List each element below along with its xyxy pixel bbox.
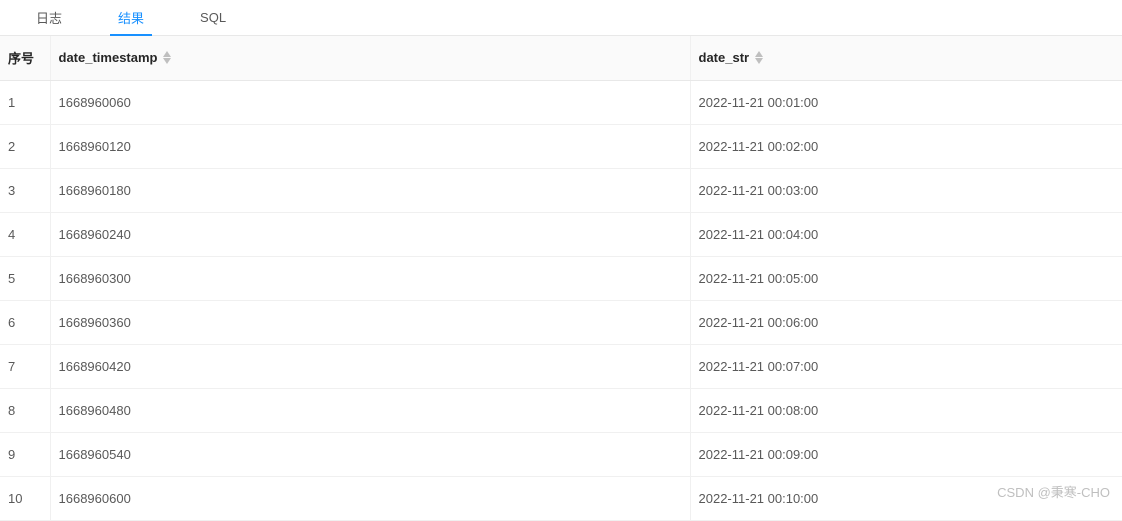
cell-timestamp: 1668960180 (50, 168, 690, 212)
column-header-timestamp[interactable]: date_timestamp (50, 36, 690, 80)
table-row[interactable]: 816689604802022-11-21 00:08:00 (0, 388, 1122, 432)
tab-sql-label: SQL (200, 10, 226, 25)
column-header-datestr[interactable]: date_str (690, 36, 1122, 80)
cell-datestr: 2022-11-21 00:06:00 (690, 300, 1122, 344)
column-header-datestr-label: date_str (699, 50, 750, 65)
cell-datestr: 2022-11-21 00:10:00 (690, 476, 1122, 520)
cell-seq: 10 (0, 476, 50, 520)
cell-timestamp: 1668960540 (50, 432, 690, 476)
cell-datestr: 2022-11-21 00:04:00 (690, 212, 1122, 256)
column-header-timestamp-label: date_timestamp (59, 50, 158, 65)
table-row[interactable]: 916689605402022-11-21 00:09:00 (0, 432, 1122, 476)
table-row[interactable]: 216689601202022-11-21 00:02:00 (0, 124, 1122, 168)
table-body: 116689600602022-11-21 00:01:002166896012… (0, 80, 1122, 520)
table-row[interactable]: 516689603002022-11-21 00:05:00 (0, 256, 1122, 300)
cell-datestr: 2022-11-21 00:03:00 (690, 168, 1122, 212)
tab-log-label: 日志 (36, 8, 62, 27)
cell-datestr: 2022-11-21 00:09:00 (690, 432, 1122, 476)
cell-seq: 7 (0, 344, 50, 388)
cell-seq: 5 (0, 256, 50, 300)
table-row[interactable]: 1016689606002022-11-21 00:10:00 (0, 476, 1122, 520)
table-row[interactable]: 616689603602022-11-21 00:06:00 (0, 300, 1122, 344)
table-row[interactable]: 116689600602022-11-21 00:01:00 (0, 80, 1122, 124)
table-header-row: 序号 date_timestamp date_str (0, 36, 1122, 80)
tab-sql[interactable]: SQL (172, 0, 254, 36)
cell-seq: 4 (0, 212, 50, 256)
cell-seq: 1 (0, 80, 50, 124)
cell-seq: 2 (0, 124, 50, 168)
cell-datestr: 2022-11-21 00:05:00 (690, 256, 1122, 300)
cell-timestamp: 1668960360 (50, 300, 690, 344)
cell-seq: 9 (0, 432, 50, 476)
cell-timestamp: 1668960120 (50, 124, 690, 168)
cell-timestamp: 1668960060 (50, 80, 690, 124)
tab-result-label: 结果 (118, 8, 144, 27)
table-row[interactable]: 716689604202022-11-21 00:07:00 (0, 344, 1122, 388)
cell-seq: 6 (0, 300, 50, 344)
cell-seq: 3 (0, 168, 50, 212)
result-table: 序号 date_timestamp date_str (0, 36, 1122, 521)
cell-datestr: 2022-11-21 00:08:00 (690, 388, 1122, 432)
tab-bar: 日志 结果 SQL (0, 0, 1122, 36)
cell-timestamp: 1668960480 (50, 388, 690, 432)
sort-icon[interactable] (755, 51, 763, 64)
cell-timestamp: 1668960300 (50, 256, 690, 300)
table-row[interactable]: 416689602402022-11-21 00:04:00 (0, 212, 1122, 256)
tab-log[interactable]: 日志 (8, 0, 90, 36)
tab-result[interactable]: 结果 (90, 0, 172, 36)
sort-icon[interactable] (163, 51, 171, 64)
cell-seq: 8 (0, 388, 50, 432)
cell-timestamp: 1668960240 (50, 212, 690, 256)
cell-timestamp: 1668960600 (50, 476, 690, 520)
table-row[interactable]: 316689601802022-11-21 00:03:00 (0, 168, 1122, 212)
cell-datestr: 2022-11-21 00:07:00 (690, 344, 1122, 388)
column-header-seq-label: 序号 (8, 48, 34, 67)
cell-datestr: 2022-11-21 00:02:00 (690, 124, 1122, 168)
column-header-seq[interactable]: 序号 (0, 36, 50, 80)
cell-timestamp: 1668960420 (50, 344, 690, 388)
cell-datestr: 2022-11-21 00:01:00 (690, 80, 1122, 124)
